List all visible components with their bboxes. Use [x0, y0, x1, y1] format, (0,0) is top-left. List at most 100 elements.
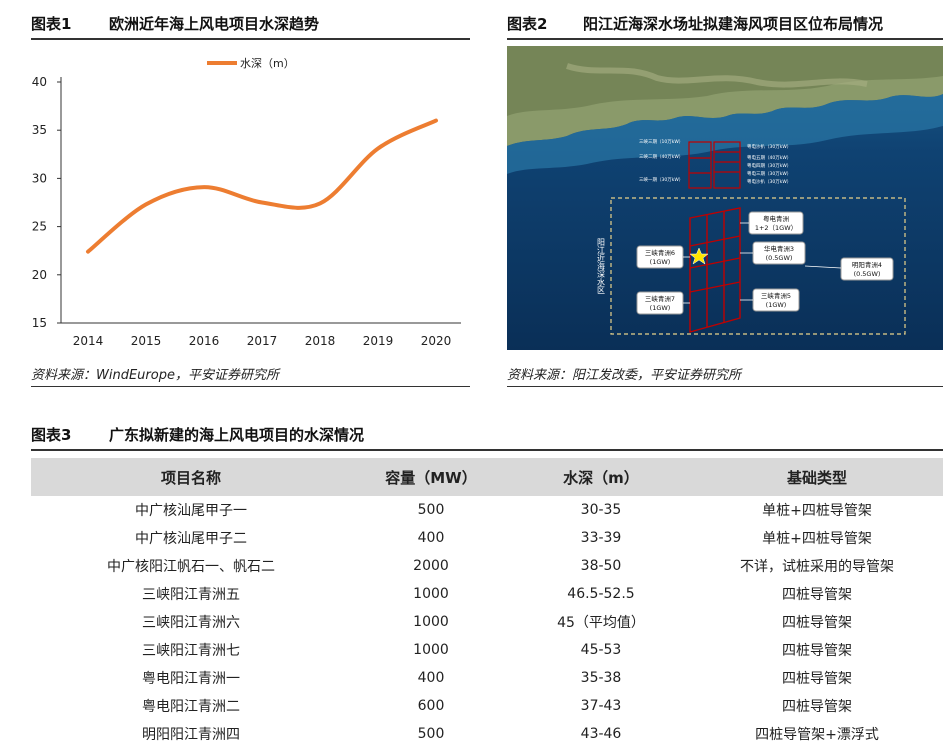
cell-depth: 38-50 — [511, 552, 691, 580]
cell-project: 三峡阳江青洲五 — [31, 580, 351, 608]
fig1-source: 资料来源：WindEurope，平安证券研究所 — [31, 366, 470, 387]
cell-project: 中广核汕尾甲子二 — [31, 524, 351, 552]
x-tick-label: 2016 — [189, 334, 220, 348]
box-sanxia7: 三峡青洲7 (1GW) — [637, 292, 683, 314]
cell-depth: 46.5-52.5 — [511, 580, 691, 608]
fig2-map: 三峡三期（10万kW） 三峡二期（40万kW） 三峡一期（30万kW） 粤电沙扒… — [507, 46, 943, 350]
cell-depth: 43-46 — [511, 720, 691, 748]
header-capacity: 容量（MW） — [351, 458, 511, 496]
y-tick-label: 20 — [32, 268, 47, 282]
cell-foundation: 四桩导管架 — [691, 580, 943, 608]
fig1-label: 图表1 — [31, 10, 109, 38]
fig3-title: 广东拟新建的海上风电项目的水深情况 — [109, 426, 364, 444]
y-tick-label: 15 — [32, 316, 47, 330]
cell-foundation: 四桩导管架 — [691, 636, 943, 664]
svg-text:(0.5GW): (0.5GW) — [854, 270, 881, 278]
svg-text:(1GW): (1GW) — [766, 301, 787, 309]
table-row: 三峡阳江青洲六100045（平均值）四桩导管架 — [31, 608, 943, 636]
cell-capacity: 400 — [351, 664, 511, 692]
x-tick-label: 2017 — [247, 334, 278, 348]
cell-foundation: 四桩导管架 — [691, 692, 943, 720]
header-project: 项目名称 — [31, 458, 351, 496]
cell-project: 中广核阳江帆石一、帆石二 — [31, 552, 351, 580]
table-row: 中广核汕尾甲子二40033-39单桩+四桩导管架 — [31, 524, 943, 552]
cell-project: 三峡阳江青洲六 — [31, 608, 351, 636]
x-tick-label: 2014 — [73, 334, 104, 348]
cell-depth: 35-38 — [511, 664, 691, 692]
cell-foundation: 不详，试桩采用的导管架 — [691, 552, 943, 580]
cell-depth: 45-53 — [511, 636, 691, 664]
box-yuedian: 粤电青洲 1+2（1GW） — [749, 212, 803, 234]
cell-foundation: 四桩导管架+漂浮式 — [691, 720, 943, 748]
fig1-title-bar: 图表1欧洲近年海上风电项目水深趋势 — [31, 10, 470, 40]
svg-text:1+2（1GW）: 1+2（1GW） — [755, 224, 797, 232]
cell-capacity: 1000 — [351, 608, 511, 636]
cell-project: 明阳阳江青洲四 — [31, 720, 351, 748]
fig1-line-chart: 15 20 25 30 35 40 2014 2015 2016 2017 2018 2019 2020… — [31, 45, 470, 355]
svg-text:(1GW): (1GW) — [650, 304, 671, 312]
cell-capacity: 400 — [351, 524, 511, 552]
fig3-title-bar: 图表3广东拟新建的海上风电项目的水深情况 — [31, 421, 943, 451]
y-tick-label: 25 — [32, 220, 47, 234]
svg-text:三峡青洲6: 三峡青洲6 — [645, 248, 675, 257]
box-sanxia6: 三峡青洲6 (1GW) — [637, 246, 683, 268]
svg-text:三峡青洲7: 三峡青洲7 — [645, 294, 675, 303]
cell-capacity: 2000 — [351, 552, 511, 580]
fig1-title: 欧洲近年海上风电项目水深趋势 — [109, 15, 319, 33]
cell-capacity: 1000 — [351, 636, 511, 664]
svg-text:三峡青洲5: 三峡青洲5 — [761, 291, 791, 300]
table-row: 三峡阳江青洲七100045-53四桩导管架 — [31, 636, 943, 664]
series-line-water-depth — [88, 121, 436, 252]
fig2-source: 资料来源：阳江发改委，平安证券研究所 — [507, 366, 943, 387]
cell-foundation: 四桩导管架 — [691, 664, 943, 692]
fig2-title: 阳江近海深水场址拟建海风项目区位布局情况 — [583, 15, 883, 33]
box-sanxia5: 三峡青洲5 (1GW) — [753, 289, 799, 311]
map-image: 三峡三期（10万kW） 三峡二期（40万kW） 三峡一期（30万kW） 粤电沙扒… — [507, 46, 943, 350]
svg-text:华电青洲3: 华电青洲3 — [764, 244, 794, 253]
legend-left-2: 三峡二期（40万kW） — [639, 153, 683, 160]
table-row: 粤电阳江青洲二60037-43四桩导管架 — [31, 692, 943, 720]
box-mingyang: 明阳青洲4 (0.5GW) — [841, 258, 893, 280]
legend-left-1: 三峡三期（10万kW） — [639, 138, 683, 145]
cell-project: 中广核汕尾甲子一 — [31, 496, 351, 524]
svg-text:粤电青洲: 粤电青洲 — [763, 214, 789, 223]
x-tick-label: 2020 — [421, 334, 452, 348]
x-tick-label: 2019 — [363, 334, 394, 348]
legend-left-3: 三峡一期（30万kW） — [639, 176, 683, 183]
fig2-title-bar: 图表2阳江近海深水场址拟建海风项目区位布局情况 — [507, 10, 943, 40]
x-tick-label: 2015 — [131, 334, 162, 348]
cell-capacity: 600 — [351, 692, 511, 720]
legend-right-2: 粤电五期（40万kW） — [747, 154, 791, 161]
legend-label: 水深（m） — [240, 57, 295, 70]
cell-foundation: 四桩导管架 — [691, 608, 943, 636]
header-foundation: 基础类型 — [691, 458, 943, 496]
table-row: 中广核阳江帆石一、帆石二200038-50不详，试桩采用的导管架 — [31, 552, 943, 580]
cell-capacity: 500 — [351, 496, 511, 524]
cell-capacity: 1000 — [351, 580, 511, 608]
table-row: 明阳阳江青洲四50043-46四桩导管架+漂浮式 — [31, 720, 943, 748]
cell-depth: 33-39 — [511, 524, 691, 552]
svg-text:(0.5GW): (0.5GW) — [766, 254, 793, 262]
table-row: 中广核汕尾甲子一50030-35单桩+四桩导管架 — [31, 496, 943, 524]
legend-right-1: 粤电沙扒（30万kW） — [747, 143, 791, 150]
table-row: 粤电阳江青洲一40035-38四桩导管架 — [31, 664, 943, 692]
cell-foundation: 单桩+四桩导管架 — [691, 496, 943, 524]
fig3-label: 图表3 — [31, 421, 109, 449]
cell-capacity: 500 — [351, 720, 511, 748]
fig2-label: 图表2 — [507, 10, 583, 38]
x-tick-label: 2018 — [305, 334, 336, 348]
header-depth: 水深（m） — [511, 458, 691, 496]
table-header-row: 项目名称 容量（MW） 水深（m） 基础类型 — [31, 458, 943, 496]
fig3-table: 项目名称 容量（MW） 水深（m） 基础类型 中广核汕尾甲子一50030-35单… — [31, 458, 943, 748]
cell-depth: 30-35 — [511, 496, 691, 524]
y-tick-label: 40 — [32, 75, 47, 89]
y-tick-label: 30 — [32, 171, 47, 185]
legend-right-5: 粤电沙扒（30万kW） — [747, 178, 791, 185]
y-tick-label: 35 — [32, 123, 47, 137]
cell-project: 粤电阳江青洲一 — [31, 664, 351, 692]
zone-label: 阳江近海深水区 — [597, 238, 606, 294]
cell-project: 三峡阳江青洲七 — [31, 636, 351, 664]
box-huadian: 华电青洲3 (0.5GW) — [753, 242, 805, 264]
svg-text:(1GW): (1GW) — [650, 258, 671, 266]
cell-project: 粤电阳江青洲二 — [31, 692, 351, 720]
